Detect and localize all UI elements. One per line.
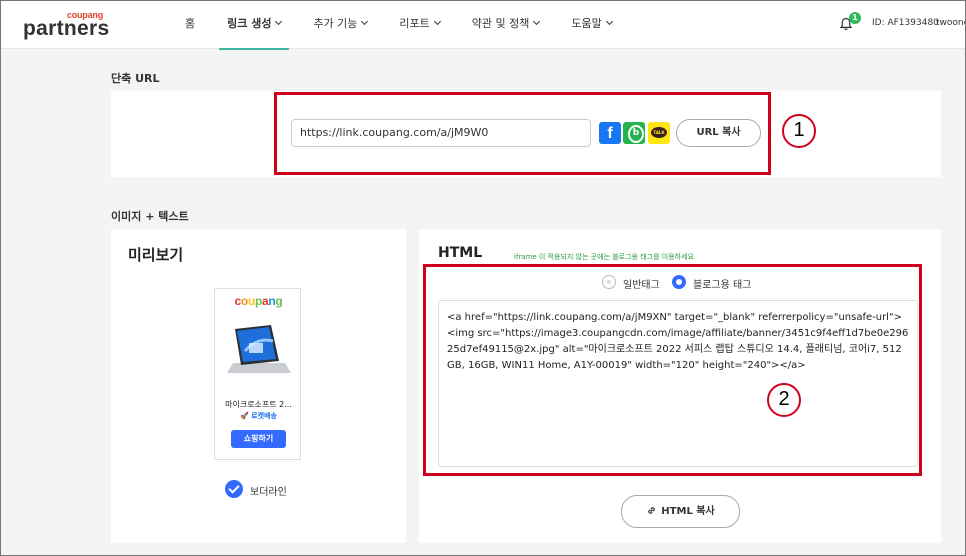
menu-item-label: 약관 및 정책 bbox=[471, 17, 530, 30]
chevron-down-icon bbox=[533, 17, 541, 26]
borderline-checkbox[interactable] bbox=[225, 480, 243, 498]
chevron-down-icon bbox=[433, 17, 441, 26]
shop-button[interactable]: 쇼핑하기 bbox=[231, 430, 286, 448]
annotation-number-1: 1 bbox=[782, 114, 816, 148]
annotation-box-2 bbox=[423, 264, 922, 476]
blog-tag-notice: iframe 이 적용되지 않는 곳에는 블로그용 태그를 이용하세요 bbox=[514, 253, 694, 261]
link-icon bbox=[648, 507, 656, 514]
image-text-section-title: 이미지 + 텍스트 bbox=[111, 210, 189, 223]
chevron-down-icon bbox=[361, 17, 369, 26]
coupang-partners-logo[interactable]: coupang partners bbox=[23, 10, 113, 42]
notification-badge: 1 bbox=[849, 12, 861, 24]
menu-item-label: 링크 생성 bbox=[227, 17, 272, 30]
user-name[interactable]: twoone bbox=[936, 18, 965, 28]
annotation-number-2: 2 bbox=[767, 383, 801, 417]
html-copy-button[interactable]: HTML 복사 bbox=[621, 495, 740, 528]
menu-item-label: 홈 bbox=[185, 17, 196, 30]
product-banner[interactable]: coupang 마이크로소프트 2... 🚀 로켓배송 쇼핑하기 bbox=[214, 288, 301, 460]
short-url-section-title: 단축 URL bbox=[111, 72, 160, 85]
menu-item-label: 리포트 bbox=[399, 17, 430, 30]
menu-item-report[interactable]: 리포트 bbox=[383, 1, 455, 49]
annotation-box-1 bbox=[274, 92, 771, 175]
coupang-banner-logo: coupang bbox=[234, 294, 283, 308]
menu-item-terms[interactable]: 약관 및 정책 bbox=[456, 1, 556, 49]
laptop-product-image bbox=[227, 325, 291, 373]
borderline-label: 보더라인 bbox=[250, 487, 287, 498]
user-id: ID: AF1393480 bbox=[872, 18, 939, 28]
menu-item-help[interactable]: 도움말 bbox=[555, 1, 627, 49]
menu-item-extra-features[interactable]: 추가 기능 bbox=[297, 1, 383, 49]
menu-item-home[interactable]: 홈 bbox=[169, 1, 211, 49]
logo-big-text: partners bbox=[23, 17, 110, 40]
banner-product-name: 마이크로소프트 2... bbox=[225, 400, 292, 409]
menu-item-link-create[interactable]: 링크 생성 bbox=[211, 1, 297, 50]
menu-item-label: 도움말 bbox=[571, 17, 602, 30]
chevron-down-icon bbox=[275, 17, 283, 26]
menu-item-label: 추가 기능 bbox=[313, 17, 358, 30]
rocket-delivery-badge: 🚀 로켓배송 bbox=[240, 412, 277, 420]
app-window: coupang partners 홈 링크 생성 추가 기능 리포트 약관 및 … bbox=[0, 0, 966, 556]
html-title: HTML bbox=[438, 245, 483, 261]
html-copy-label: HTML 복사 bbox=[661, 506, 715, 517]
main-menu: 홈 링크 생성 추가 기능 리포트 약관 및 정책 도움말 bbox=[169, 1, 628, 50]
preview-title: 미리보기 bbox=[128, 246, 184, 264]
top-nav: coupang partners 홈 링크 생성 추가 기능 리포트 약관 및 … bbox=[1, 1, 965, 50]
chevron-down-icon bbox=[605, 17, 613, 26]
